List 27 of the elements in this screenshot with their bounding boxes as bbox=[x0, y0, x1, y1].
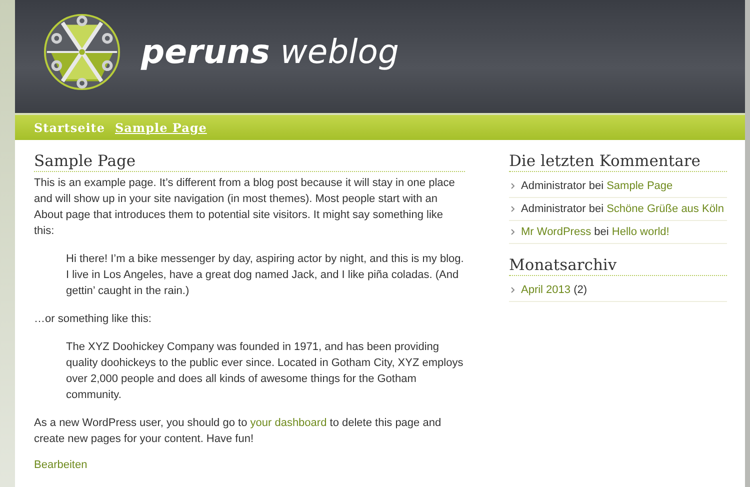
site-title[interactable]: peruns weblog bbox=[141, 32, 399, 71]
author-link[interactable]: Administrator bbox=[521, 180, 586, 192]
chevron-icon bbox=[511, 206, 515, 212]
comment-entry: Administrator bei Schöne Grüße aus Köln bbox=[521, 202, 724, 217]
post-link[interactable]: Sample Page bbox=[606, 180, 673, 192]
archive-entry: April 2013 (2) bbox=[521, 283, 588, 298]
blockquote: The XYZ Doohickey Company was founded in 1971, and has been providing quality doohickeys to the public ever since. Located in Gotham City, XYZ employs over 2,000 people and does all kinds of awesome things for the Gotham community. bbox=[66, 340, 464, 403]
author-link[interactable]: Administrator bbox=[521, 203, 586, 215]
paragraph: This is an example page. It’s different from a blog post because it will stay in one place and will show up in your site navigation (in most themes). Most people start with an About page that introduces them to potential site visitors. It might say something like this: bbox=[34, 176, 456, 239]
archive-link[interactable]: April 2013 bbox=[521, 284, 571, 296]
author-link[interactable]: Mr WordPress bbox=[521, 226, 592, 238]
dashboard-link[interactable]: your dashboard bbox=[250, 417, 327, 429]
post-link[interactable]: Hello world! bbox=[612, 226, 670, 238]
blockquote: Hi there! I’m a bike messenger by day, aspiring actor by night, and this is my blog. I live in Los Angeles, have a great dog named Jack, and I like piña coladas. (And gettin’ caught in the rain.) bbox=[66, 252, 465, 299]
chevron-icon bbox=[511, 183, 515, 189]
comment-entry: Mr WordPress bei Hello world! bbox=[521, 225, 670, 240]
paragraph: …or something like this: bbox=[34, 312, 152, 327]
post-link[interactable]: Schöne Grüße aus Köln bbox=[606, 203, 724, 215]
page-title: Sample Page bbox=[34, 152, 465, 172]
widget-title: Die letzten Kommentare bbox=[509, 152, 727, 172]
chevron-icon bbox=[511, 229, 515, 235]
paragraph: As a new WordPress user, you should go to your dashboard to delete this page and create new pages for your content. Have fun! bbox=[34, 416, 442, 447]
comment-entry: Administrator bei Sample Page bbox=[521, 179, 673, 194]
logo-icon bbox=[43, 12, 121, 90]
edit-link[interactable]: Bearbeiten bbox=[34, 459, 88, 471]
chevron-icon bbox=[511, 287, 515, 293]
widget-title: Monatsarchiv bbox=[509, 256, 727, 276]
